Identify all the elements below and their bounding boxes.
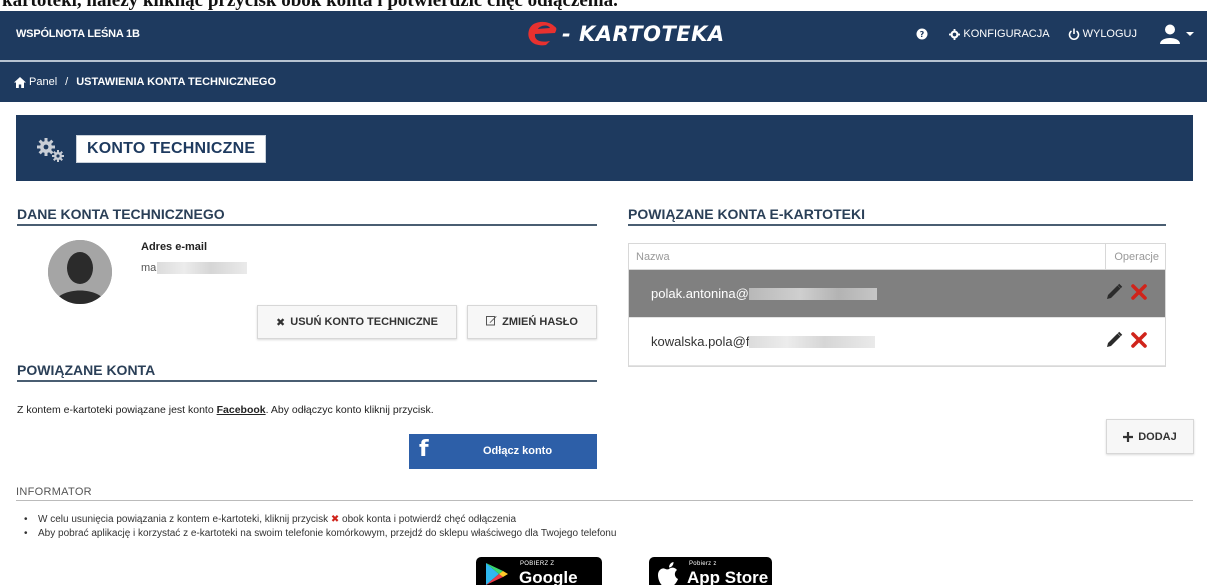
account-section-title: DANE KONTA TECHNICZNEGO bbox=[17, 206, 225, 222]
app-store-badge[interactable]: Pobierz z App Store bbox=[649, 557, 772, 585]
email-value-text: ma bbox=[141, 262, 157, 274]
avatar-placeholder-icon bbox=[48, 240, 112, 304]
breadcrumb-separator: / bbox=[65, 76, 69, 88]
change-password-button[interactable]: ZMIEŃ HASŁO bbox=[467, 305, 597, 339]
redacted-blur bbox=[749, 335, 876, 348]
table-row[interactable]: polak.antonina@ bbox=[629, 270, 1165, 318]
logout-label: WYLOGUJ bbox=[1082, 28, 1137, 40]
logo-text: - KARTOTEKA bbox=[562, 22, 725, 46]
disconnect-button-label: Odłącz konto bbox=[483, 445, 553, 457]
redacted-blur bbox=[748, 287, 877, 300]
power-icon bbox=[1068, 28, 1079, 40]
config-label: KONFIGURACJA bbox=[963, 28, 1050, 40]
list-item: Aby pobrać aplikację i korzystać z e-kar… bbox=[24, 527, 616, 541]
logout-link[interactable]: WYLOGUJ bbox=[1068, 28, 1137, 40]
table-header: Nazwa Operacje bbox=[629, 244, 1165, 270]
organization-name: WSPÓLNOTA LEŚNA 1B bbox=[16, 28, 140, 40]
svg-text:?: ? bbox=[920, 30, 925, 39]
change-password-label: ZMIEŃ HASŁO bbox=[502, 316, 578, 328]
help-button[interactable]: ? bbox=[916, 28, 931, 40]
row-operations bbox=[1097, 331, 1147, 352]
page-title: KONTO TECHNICZNE bbox=[76, 135, 267, 163]
info-item1-after: obok konta i potwierdź chęć odłączenia bbox=[339, 514, 517, 525]
top-navbar: WSPÓLNOTA LEŚNA 1B - KARTOTEKA ? KONFIGU… bbox=[0, 11, 1207, 60]
linked-text-before: Z kontem e-kartoteki powiązane jest kont… bbox=[17, 404, 217, 416]
remove-button[interactable] bbox=[1131, 284, 1147, 303]
panel-header: KONTO TECHNICZNE bbox=[16, 115, 1193, 181]
account-email-text: kowalska.pola@f bbox=[651, 334, 750, 349]
gear-icon bbox=[949, 28, 961, 40]
account-email: polak.antonina@ bbox=[651, 286, 877, 301]
app-store-small-text: Pobierz z bbox=[689, 561, 717, 567]
avatar bbox=[48, 240, 112, 304]
ekartoteka-section-title: POWIĄZANE KONTA E-KARTOTEKI bbox=[628, 206, 865, 222]
table-row[interactable]: kowalska.pola@f bbox=[629, 318, 1165, 366]
google-play-icon bbox=[486, 563, 508, 585]
navbar-actions: ? KONFIGURACJA WYLOGUJ bbox=[898, 21, 1195, 47]
caret-down-icon bbox=[1186, 32, 1194, 36]
linked-text-after: . Aby odłączyc konto kliknij przycisk. bbox=[265, 404, 434, 416]
informator-title: INFORMATOR bbox=[16, 486, 92, 498]
facebook-icon: f bbox=[419, 437, 429, 462]
breadcrumb-bar: Panel / USTAWIENIA KONTA TECHNICZNEGO bbox=[0, 62, 1207, 102]
column-header-operations: Operacje bbox=[1105, 244, 1159, 269]
disconnect-facebook-button[interactable]: f Odłącz konto bbox=[409, 434, 597, 469]
edit-icon bbox=[486, 315, 497, 329]
breadcrumb: Panel / USTAWIENIA KONTA TECHNICZNEGO bbox=[14, 76, 276, 88]
info-item1-before: W celu usunięcia powiązania z kontem e-k… bbox=[38, 514, 331, 525]
cropped-instruction-text: kartoteki, należy kliknąć przycisk obok … bbox=[2, 0, 618, 11]
redacted-blur bbox=[157, 262, 248, 274]
add-button-label: DODAJ bbox=[1138, 430, 1177, 443]
pencil-icon bbox=[1107, 331, 1123, 347]
google-play-badge[interactable]: POBIERZ Z Google Play bbox=[476, 557, 602, 585]
edit-button[interactable] bbox=[1105, 283, 1123, 304]
google-play-small-text: POBIERZ Z bbox=[520, 561, 555, 567]
breadcrumb-home-link[interactable]: Panel bbox=[29, 76, 57, 88]
list-item: W celu usunięcia powiązania z kontem e-k… bbox=[24, 513, 616, 527]
linked-account-info: Z kontem e-kartoteki powiązane jest kont… bbox=[17, 404, 434, 416]
informator-divider bbox=[16, 500, 1193, 501]
email-value: ma bbox=[141, 262, 248, 274]
account-email: kowalska.pola@f bbox=[651, 334, 876, 349]
row-operations bbox=[1097, 283, 1147, 304]
remove-button[interactable] bbox=[1131, 332, 1147, 351]
delete-technical-account-button[interactable]: ✖ USUŃ KONTO TECHNICZNE bbox=[257, 305, 457, 339]
linked-section-title: POWIĄZANE KONTA bbox=[17, 362, 156, 378]
email-label: Adres e-mail bbox=[141, 241, 208, 253]
remove-x-icon bbox=[1131, 284, 1147, 300]
informator-list: W celu usunięcia powiązania z kontem e-k… bbox=[24, 513, 616, 541]
delete-button-label: USUŃ KONTO TECHNICZNE bbox=[290, 316, 438, 328]
help-icon: ? bbox=[916, 28, 928, 40]
facebook-link[interactable]: Facebook bbox=[217, 404, 266, 416]
add-account-button[interactable]: DODAJ bbox=[1106, 419, 1194, 454]
linked-accounts-table: Nazwa Operacje polak.antonina@ kowalska.… bbox=[628, 243, 1166, 367]
breadcrumb-current: USTAWIENIA KONTA TECHNICZNEGO bbox=[76, 76, 277, 88]
home-icon bbox=[14, 76, 26, 88]
app-store-label: App Store bbox=[687, 568, 769, 585]
config-link[interactable]: KONFIGURACJA bbox=[949, 28, 1050, 40]
user-menu-button[interactable] bbox=[1159, 24, 1195, 44]
user-icon bbox=[1160, 24, 1180, 44]
pencil-icon bbox=[1107, 283, 1123, 299]
gears-icon bbox=[37, 138, 64, 162]
plus-icon bbox=[1123, 431, 1134, 442]
ekartoteka-section-divider bbox=[628, 224, 1166, 226]
x-icon: ✖ bbox=[276, 316, 286, 329]
remove-x-icon bbox=[1131, 332, 1147, 348]
apple-icon bbox=[658, 562, 678, 585]
account-section-divider bbox=[17, 224, 597, 226]
edit-button[interactable] bbox=[1105, 331, 1123, 352]
column-header-name: Nazwa bbox=[636, 251, 670, 263]
linked-section-divider bbox=[17, 380, 597, 382]
app-logo[interactable]: - KARTOTEKA bbox=[524, 19, 725, 49]
account-email-text: polak.antonina@ bbox=[651, 286, 749, 301]
google-play-label: Google Play bbox=[519, 568, 578, 585]
logo-e-icon bbox=[528, 21, 557, 46]
